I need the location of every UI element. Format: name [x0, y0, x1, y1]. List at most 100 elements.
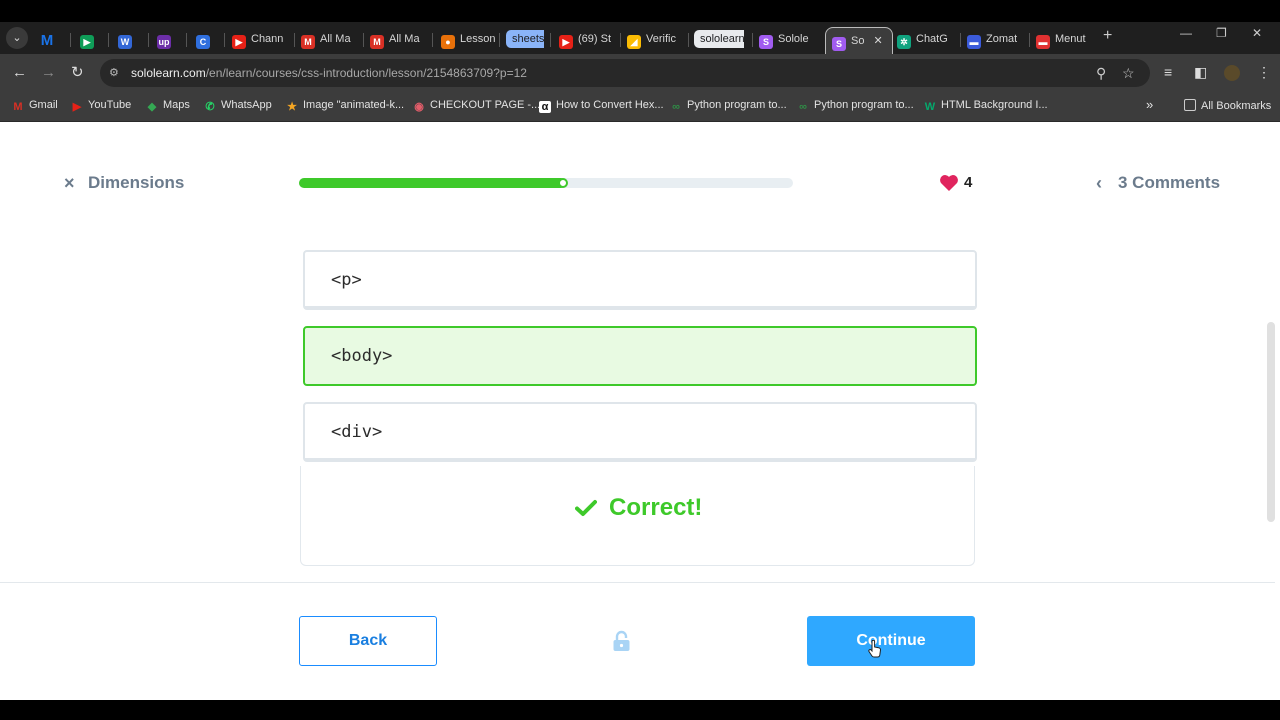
profile-avatar[interactable]: [1224, 65, 1240, 81]
ads-icon: ◢: [627, 35, 641, 49]
tab-separator: [432, 33, 433, 47]
chevron-left-icon[interactable]: ‹: [1096, 173, 1102, 194]
browser-menu-icon[interactable]: ⋮: [1257, 64, 1271, 81]
progress-fill: [299, 178, 566, 188]
gmail-icon: M: [301, 35, 315, 49]
browser-tab[interactable]: W: [118, 26, 136, 52]
bookmark-star-icon[interactable]: ☆: [1122, 65, 1135, 82]
alpha-icon: α: [539, 101, 551, 113]
answer-option-div[interactable]: <div>: [303, 402, 977, 462]
bookmark-label: HTML Background I...: [941, 99, 1048, 111]
all-bookmarks[interactable]: All Bookmarks: [1184, 99, 1271, 112]
close-lesson-icon[interactable]: ×: [64, 174, 75, 192]
tab-separator: [688, 33, 689, 47]
tab-search-icon[interactable]: ⌄: [6, 27, 28, 49]
bookmark-item[interactable]: α How to Convert Hex...: [539, 99, 664, 113]
browser-tab[interactable]: S Solole: [759, 26, 809, 52]
tab-separator: [148, 33, 149, 47]
progress-knob: [557, 178, 568, 188]
lesson-progress-bar: [299, 178, 793, 188]
feedback-text: Correct!: [609, 494, 703, 521]
browser-tab[interactable]: ◢ Verific: [627, 26, 676, 52]
browser-tab[interactable]: C: [196, 26, 214, 52]
bookmarks-bar: M Gmail ▶ YouTube ◆ Maps ✆ WhatsApp ★ Image "anim…: [0, 92, 1280, 122]
continue-button[interactable]: Continue: [807, 616, 975, 666]
hand-cursor-icon: [868, 640, 881, 658]
browser-tab[interactable]: up: [157, 26, 175, 52]
bookmark-label: Python program to...: [687, 99, 787, 111]
answer-option-p[interactable]: <p>: [303, 250, 977, 310]
bookmark-item[interactable]: ∞ Python program to...: [670, 99, 787, 113]
tab-title: ChatG: [916, 33, 948, 45]
browser-tab[interactable]: ▬ Menut: [1036, 26, 1086, 52]
site-info-icon[interactable]: ⚙: [109, 66, 123, 80]
bookmark-item[interactable]: ✆ WhatsApp: [204, 99, 272, 113]
upwork-icon: up: [157, 35, 171, 49]
new-tab-icon[interactable]: +: [1103, 27, 1112, 45]
browser-tab[interactable]: ● Lesson: [441, 26, 495, 52]
answer-option-body[interactable]: <body>: [303, 326, 977, 386]
minimize-icon[interactable]: —: [1180, 26, 1192, 40]
forward-arrow-icon[interactable]: →: [41, 64, 56, 82]
comments-link[interactable]: 3 Comments: [1118, 173, 1220, 193]
media-control-icon[interactable]: ≡: [1164, 64, 1172, 80]
reload-icon[interactable]: ↻: [71, 64, 84, 82]
tab-title: Chann: [251, 33, 284, 45]
bookmark-item[interactable]: ∞ Python program to...: [797, 99, 914, 113]
bookmark-item[interactable]: ◉ CHECKOUT PAGE -...: [413, 99, 540, 113]
tab-group-chip[interactable]: sheets: [506, 30, 544, 48]
back-arrow-icon[interactable]: ←: [12, 64, 27, 82]
lock-icon: [613, 630, 630, 651]
browser-tab[interactable]: sololearn: [694, 26, 744, 52]
bookmark-label: Image "animated-k...: [303, 99, 405, 111]
bookmark-label: How to Convert Hex...: [556, 99, 664, 111]
browser-tab[interactable]: M All Ma: [370, 26, 420, 52]
url-text[interactable]: sololearn.com/en/learn/courses/css-intro…: [131, 66, 527, 80]
screen-bottom-edge: [0, 700, 1280, 720]
bookmark-item[interactable]: W HTML Background I...: [924, 99, 1048, 113]
browser-tab[interactable]: ▬ Zomat: [967, 26, 1017, 52]
browser-tab[interactable]: ✲ ChatG: [897, 26, 948, 52]
menu-icon: ▬: [1036, 35, 1050, 49]
browser-tab[interactable]: M: [40, 26, 58, 52]
footer-divider: [0, 582, 1275, 583]
bookmark-item[interactable]: ◆ Maps: [146, 99, 190, 113]
tab-separator: [363, 33, 364, 47]
checkmark-icon: [574, 500, 597, 516]
bookmark-label: WhatsApp: [221, 99, 272, 111]
bookmark-item[interactable]: ★ Image "animated-k...: [286, 99, 404, 113]
w-icon: W: [924, 101, 936, 113]
restore-icon[interactable]: ❐: [1216, 26, 1227, 40]
sololearn-icon: S: [832, 37, 846, 51]
browser-tab[interactable]: ▶ (69) St: [559, 26, 611, 52]
tab-group-chip[interactable]: sololearn: [694, 30, 744, 48]
back-button[interactable]: Back: [299, 616, 437, 666]
more-bookmarks-icon[interactable]: »: [1146, 97, 1153, 112]
page-scrollbar[interactable]: [1267, 322, 1275, 522]
tab-separator: [224, 33, 225, 47]
browser-tab[interactable]: sheets: [506, 26, 544, 52]
browser-tab[interactable]: S So ✕: [825, 27, 893, 54]
star-icon: ★: [287, 101, 297, 113]
all-bookmarks-label: All Bookmarks: [1201, 100, 1272, 112]
chatgpt-icon: ✲: [897, 35, 911, 49]
tab-title: So: [851, 35, 865, 47]
tab-separator: [960, 33, 961, 47]
tab-title: Menut: [1055, 33, 1086, 45]
youtube-icon: ▶: [232, 35, 246, 49]
browser-tab[interactable]: ▶ Chann: [232, 26, 283, 52]
browser-tab[interactable]: M All Ma: [301, 26, 351, 52]
gmail-icon: M: [370, 35, 384, 49]
app-icon: W: [118, 35, 132, 49]
tab-separator: [752, 33, 753, 47]
side-panel-icon[interactable]: ◧: [1194, 64, 1207, 81]
address-bar[interactable]: ⚙ sololearn.com/en/learn/courses/css-int…: [100, 59, 1150, 87]
browser-tab[interactable]: ▶: [80, 26, 98, 52]
window-close-icon[interactable]: ✕: [1252, 26, 1262, 40]
youtube-icon: ▶: [559, 35, 573, 49]
bookmark-item[interactable]: ▶ YouTube: [71, 99, 131, 113]
tab-close-icon[interactable]: ✕: [870, 35, 883, 47]
zoom-icon[interactable]: ⚲: [1096, 65, 1106, 82]
url-path: /en/learn/courses/css-introduction/lesso…: [205, 66, 527, 80]
bookmark-item[interactable]: M Gmail: [12, 99, 57, 113]
